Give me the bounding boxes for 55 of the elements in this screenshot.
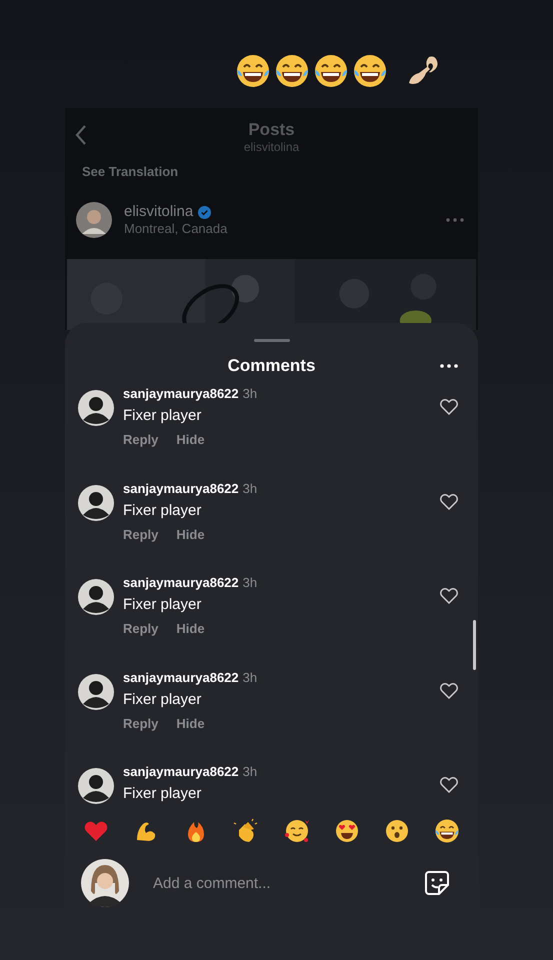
comment-action[interactable]: Reply xyxy=(123,621,158,637)
comment-time: 3h xyxy=(242,764,258,780)
commenter-avatar[interactable] xyxy=(78,768,114,804)
laughing-face-icon xyxy=(235,53,271,89)
like-icon[interactable] xyxy=(440,777,458,793)
drag-handle[interactable] xyxy=(254,339,290,342)
surprised-face-icon[interactable] xyxy=(384,818,410,844)
author-location: Montreal, Canada xyxy=(124,221,228,238)
laughing-face-icon xyxy=(352,53,388,89)
comment-text: Fixer player xyxy=(123,690,202,710)
author-username[interactable]: elisvitolina xyxy=(124,203,194,222)
commenter-username[interactable]: sanjaymaurya8622 xyxy=(123,764,239,780)
back-icon[interactable] xyxy=(75,124,87,146)
laughing-face-icon xyxy=(313,53,349,89)
author-avatar[interactable] xyxy=(76,202,112,238)
comment-input-field[interactable]: Add a comment... xyxy=(153,863,424,903)
commenter-avatar[interactable] xyxy=(78,390,114,426)
comment-action[interactable]: Reply xyxy=(123,526,158,542)
sheet-title: Comments xyxy=(228,355,316,378)
user-avatar xyxy=(81,859,129,907)
page-title: Posts xyxy=(248,120,295,140)
comment-action[interactable]: Reply xyxy=(123,716,158,732)
commenter-avatar[interactable] xyxy=(78,674,114,710)
smiling-face-with-hearts-icon[interactable] xyxy=(284,818,310,844)
comment-text: Fixer player xyxy=(123,406,202,426)
like-icon[interactable] xyxy=(440,682,458,698)
like-icon[interactable] xyxy=(440,399,458,415)
commenter-avatar[interactable] xyxy=(78,579,114,615)
like-icon[interactable] xyxy=(440,494,458,510)
commenter-avatar[interactable] xyxy=(78,484,114,520)
commenter-username[interactable]: sanjaymaurya8622 xyxy=(123,575,239,591)
page-subtitle: elisvitolina xyxy=(244,140,300,156)
see-translation-link[interactable]: See Translation xyxy=(82,162,178,182)
comment-text: Fixer player xyxy=(123,784,202,804)
comment-text: Fixer player xyxy=(123,595,202,615)
sticker-icon[interactable] xyxy=(424,870,450,896)
comment-action[interactable]: Hide xyxy=(176,716,205,732)
comment-action[interactable]: Reply xyxy=(123,432,158,448)
laughing-face-icon[interactable] xyxy=(434,818,460,844)
laughing-face-icon xyxy=(274,53,310,89)
comment-action[interactable]: Hide xyxy=(176,526,205,542)
comment-time: 3h xyxy=(242,386,258,402)
comment-time: 3h xyxy=(242,480,258,496)
commenter-username[interactable]: sanjaymaurya8622 xyxy=(123,480,239,496)
comment-time: 3h xyxy=(242,670,258,686)
scrollbar[interactable] xyxy=(473,620,476,670)
commenter-username[interactable]: sanjaymaurya8622 xyxy=(123,386,239,402)
more-options-icon[interactable] xyxy=(440,364,458,368)
heart-eyes-face-icon[interactable] xyxy=(334,818,360,844)
comment-text: Fixer player xyxy=(123,500,202,520)
comment-action[interactable]: Hide xyxy=(176,621,205,637)
comment-time: 3h xyxy=(242,575,258,591)
commenter-username[interactable]: sanjaymaurya8622 xyxy=(123,670,239,686)
like-icon[interactable] xyxy=(440,588,458,604)
comment-action[interactable]: Hide xyxy=(176,432,205,448)
